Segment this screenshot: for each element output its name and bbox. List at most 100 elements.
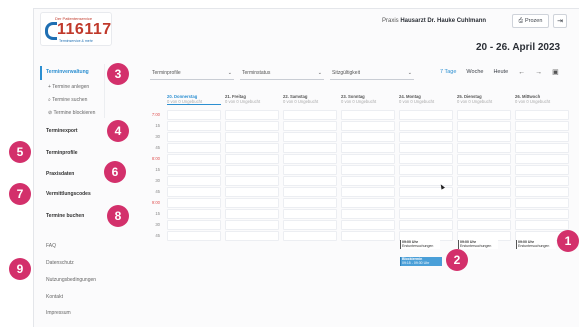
time-slot[interactable] <box>457 121 511 131</box>
time-slot[interactable] <box>457 220 511 230</box>
time-slot[interactable] <box>341 209 395 219</box>
time-slot[interactable] <box>225 176 279 186</box>
time-slot[interactable] <box>515 132 569 142</box>
day-header[interactable]: 20. Donnerstag 0 von 0 Ungebucht <box>167 94 221 105</box>
sidebar-item-terminprofile[interactable]: Terminprofile <box>46 150 78 156</box>
arrow-left-icon[interactable]: ← <box>518 69 525 76</box>
sidebar-item-termine-anlegen[interactable]: + Termine anlegen <box>48 84 89 90</box>
day-header[interactable]: 24. Montag 0 von 0 Ungebucht <box>399 94 453 104</box>
time-slot[interactable] <box>515 198 569 208</box>
time-slot[interactable] <box>341 143 395 153</box>
time-slot[interactable] <box>515 176 569 186</box>
time-slot[interactable] <box>341 198 395 208</box>
time-slot[interactable] <box>515 121 569 131</box>
time-slot[interactable] <box>515 187 569 197</box>
time-slot[interactable] <box>457 154 511 164</box>
time-slot[interactable] <box>167 187 221 197</box>
tab-today[interactable]: Heute <box>493 69 508 75</box>
sidebar-item-terminverwaltung[interactable]: Terminverwaltung <box>46 69 89 75</box>
time-slot[interactable] <box>457 143 511 153</box>
sidebar-item-termine-blockieren[interactable]: ⊘ Termine blockieren <box>48 110 95 116</box>
sidebar-item-termine-suchen[interactable]: ⌕ Termine suchen <box>48 97 87 103</box>
time-slot[interactable] <box>225 198 279 208</box>
sidebar-item-kontakt[interactable]: Kontakt <box>46 294 63 300</box>
day-header[interactable]: 26. Mittwoch 0 von 0 Ungebucht <box>515 94 569 104</box>
time-slot[interactable] <box>167 154 221 164</box>
time-slot[interactable] <box>167 220 221 230</box>
time-slot[interactable] <box>167 121 221 131</box>
logout-button[interactable]: ⇥ <box>553 14 567 28</box>
time-slot[interactable] <box>399 143 453 153</box>
time-slot[interactable] <box>225 143 279 153</box>
time-slot[interactable] <box>399 187 453 197</box>
time-slot[interactable] <box>341 165 395 175</box>
time-slot[interactable] <box>341 176 395 186</box>
time-slot[interactable] <box>283 220 337 230</box>
time-slot[interactable] <box>341 154 395 164</box>
time-slot[interactable] <box>283 231 337 241</box>
tab-week[interactable]: Woche <box>466 69 483 75</box>
blocked-appointment[interactable]: Blocktermin 09:15 - 09:30 Uhr <box>400 257 442 266</box>
sidebar-item-impressum[interactable]: Impressum <box>46 310 71 316</box>
sidebar-item-datenschutz[interactable]: Datenschutz <box>46 260 74 266</box>
time-slot[interactable] <box>225 154 279 164</box>
time-slot[interactable] <box>341 220 395 230</box>
time-slot[interactable] <box>283 121 337 131</box>
time-slot[interactable] <box>399 198 453 208</box>
sidebar-item-praxisdaten[interactable]: Praxisdaten <box>46 171 74 177</box>
time-slot[interactable] <box>283 187 337 197</box>
sidebar-item-terminexport[interactable]: Terminexport <box>46 128 78 134</box>
time-slot[interactable] <box>341 110 395 120</box>
time-slot[interactable] <box>457 187 511 197</box>
time-slot[interactable] <box>167 110 221 120</box>
appointment[interactable]: 09:00 Uhr Erstuntersuchungen <box>458 240 498 249</box>
appointment[interactable]: 09:00 Uhr Erstuntersuchungen <box>516 240 556 249</box>
time-slot[interactable] <box>341 231 395 241</box>
time-slot[interactable] <box>283 198 337 208</box>
time-slot[interactable] <box>399 132 453 142</box>
time-slot[interactable] <box>515 154 569 164</box>
time-slot[interactable] <box>515 110 569 120</box>
sidebar-item-faq[interactable]: FAQ <box>46 243 56 249</box>
time-slot[interactable] <box>283 110 337 120</box>
time-slot[interactable] <box>515 220 569 230</box>
time-slot[interactable] <box>457 132 511 142</box>
time-slot[interactable] <box>225 121 279 131</box>
sidebar-item-termine-buchen[interactable]: Termine buchen <box>46 213 84 219</box>
time-slot[interactable] <box>399 176 453 186</box>
time-slot[interactable] <box>341 187 395 197</box>
time-slot[interactable] <box>341 132 395 142</box>
time-slot[interactable] <box>167 231 221 241</box>
time-slot[interactable] <box>167 132 221 142</box>
time-slot[interactable] <box>515 165 569 175</box>
time-slot[interactable] <box>283 176 337 186</box>
time-slot[interactable] <box>399 209 453 219</box>
time-slot[interactable] <box>283 143 337 153</box>
time-slot[interactable] <box>457 198 511 208</box>
time-slot[interactable] <box>167 209 221 219</box>
day-header[interactable]: 25. Dienstag 0 von 0 Ungebucht <box>457 94 511 104</box>
time-slot[interactable] <box>225 187 279 197</box>
time-slot[interactable] <box>167 176 221 186</box>
time-slot[interactable] <box>225 110 279 120</box>
logo[interactable]: Der Patientenservice 116117 Terminservic… <box>40 12 112 46</box>
time-slot[interactable] <box>457 110 511 120</box>
time-slot[interactable] <box>167 143 221 153</box>
time-slot[interactable] <box>225 231 279 241</box>
sidebar-item-nutzungsbedingungen[interactable]: Nutzungsbedingungen <box>46 277 96 283</box>
tab-7-days[interactable]: 7 Tage <box>440 69 456 75</box>
day-header[interactable]: 22. Samstag 0 von 0 Ungebucht <box>283 94 337 104</box>
time-slot[interactable] <box>399 165 453 175</box>
time-slot[interactable] <box>457 209 511 219</box>
filter-terminstatus[interactable]: Terminstatus ⌄ <box>240 66 324 80</box>
print-button[interactable]: ⎙ Prozen <box>512 14 549 28</box>
filter-sitzgueltigkeit[interactable]: Sitzgültigkeit ⌄ <box>330 66 414 80</box>
time-slot[interactable] <box>399 110 453 120</box>
time-slot[interactable] <box>225 220 279 230</box>
time-slot[interactable] <box>225 209 279 219</box>
time-slot[interactable] <box>167 165 221 175</box>
time-slot[interactable] <box>283 165 337 175</box>
day-header[interactable]: 23. Sonntag 0 von 0 Ungebucht <box>341 94 395 104</box>
time-slot[interactable] <box>457 176 511 186</box>
time-slot[interactable] <box>225 165 279 175</box>
